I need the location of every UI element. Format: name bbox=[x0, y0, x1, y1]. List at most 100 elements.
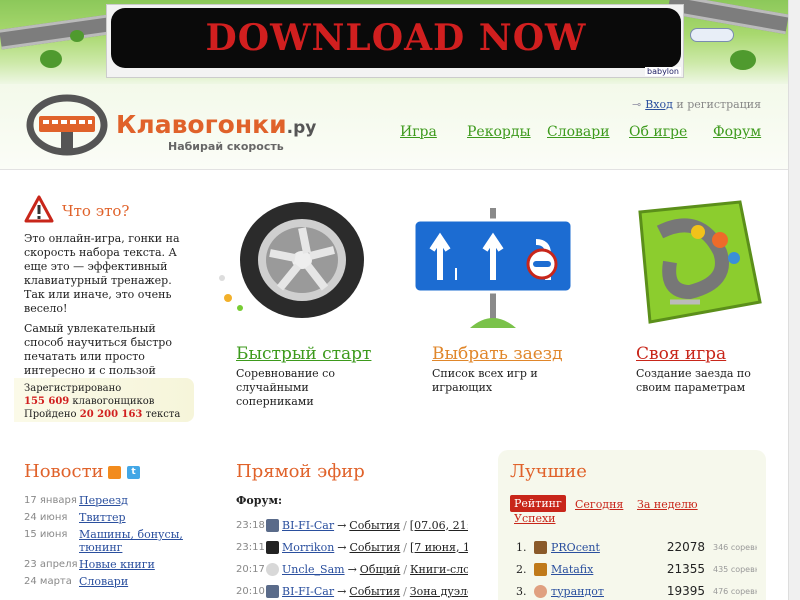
avatar bbox=[266, 584, 279, 598]
live-topic-link[interactable]: [07.06, 21:0 bbox=[410, 519, 468, 532]
live-user-link[interactable]: Uncle_Sam bbox=[282, 563, 345, 576]
tire-wheel-icon[interactable] bbox=[210, 198, 370, 328]
tab-week[interactable]: За неделю bbox=[637, 498, 698, 511]
news-title: Новости bbox=[24, 461, 104, 482]
separator: / bbox=[403, 518, 407, 532]
live-topic-link[interactable]: Книги-слов bbox=[410, 563, 468, 576]
best-score: 22078 bbox=[666, 540, 705, 554]
page-scrollbar[interactable] bbox=[788, 0, 800, 600]
live-forum-link[interactable]: Общий bbox=[360, 563, 401, 576]
quick-start-desc: Соревнование со случайными соперниками bbox=[236, 367, 335, 408]
download-now-button[interactable]: DOWNLOAD NOW bbox=[111, 8, 681, 68]
news-date: 17 января bbox=[24, 495, 77, 506]
news-link[interactable]: Твиттер bbox=[79, 511, 126, 524]
news-link[interactable]: Словари bbox=[79, 575, 128, 588]
news-link[interactable]: Машины, бонусы, тюнинг bbox=[79, 528, 214, 554]
news-link[interactable]: Переезд bbox=[79, 494, 128, 507]
tab-rating[interactable]: Рейтинг bbox=[510, 495, 566, 512]
banner-bush bbox=[70, 30, 84, 42]
live-time: 20:17 bbox=[236, 563, 265, 575]
best-player-link[interactable]: турандот bbox=[551, 585, 661, 598]
banner-bush bbox=[730, 50, 756, 70]
passed-count: 20 200 163 bbox=[79, 409, 143, 420]
rss-icon[interactable] bbox=[108, 466, 121, 479]
live-time: 20:10 bbox=[236, 585, 265, 597]
registered-label: Зарегистрировано bbox=[24, 383, 122, 394]
best-score: 19395 bbox=[666, 584, 705, 598]
passed-label: Пройдено bbox=[24, 409, 77, 420]
stats-box: Зарегистрировано 155 609 клавогонщиков П… bbox=[14, 378, 194, 422]
live-forum-link[interactable]: События bbox=[350, 541, 401, 554]
intro-text: Это онлайн-игра, гонки на скорость набор… bbox=[24, 232, 180, 315]
registered-count: 155 609 bbox=[24, 396, 70, 407]
avatar bbox=[534, 540, 547, 554]
best-races: 346 соревнований bbox=[713, 542, 757, 552]
registered-unit: клавогонщиков bbox=[72, 396, 155, 407]
live-row: 20:17 Uncle_Sam→Общий/Книги-слов bbox=[236, 558, 468, 580]
news-item: 17 января Переезд bbox=[24, 494, 214, 507]
nav-dictionaries[interactable]: Словари bbox=[547, 124, 610, 140]
twitter-icon[interactable]: t bbox=[127, 466, 140, 479]
live-topic-link[interactable]: [7 июня, 14: bbox=[410, 541, 468, 554]
site-logo-title[interactable]: Клавогонки.ру bbox=[116, 110, 316, 139]
news-item: 24 июня Твиттер bbox=[24, 511, 214, 524]
news-item: 15 июня Машины, бонусы, тюнинг bbox=[24, 528, 214, 554]
live-topic-link[interactable]: Зона дуэлей bbox=[410, 585, 468, 598]
own-game-link[interactable]: Своя игра bbox=[636, 344, 726, 364]
choose-race-link[interactable]: Выбрать заезд bbox=[432, 344, 563, 364]
best-player-link[interactable]: PROcent bbox=[551, 541, 661, 554]
ad-badge[interactable]: babylon bbox=[645, 67, 681, 76]
live-forum-link[interactable]: События bbox=[349, 519, 400, 532]
rank-number: 2. bbox=[516, 562, 527, 576]
live-forum-link[interactable]: События bbox=[349, 585, 400, 598]
banner-road bbox=[0, 14, 111, 50]
tab-success[interactable]: Успехи bbox=[514, 512, 556, 525]
nav-about[interactable]: Об игре bbox=[629, 124, 687, 140]
news-date: 24 июня bbox=[24, 512, 68, 523]
arrow-icon: → bbox=[337, 518, 347, 532]
separator: / bbox=[403, 540, 408, 554]
news-date: 24 марта bbox=[24, 576, 72, 587]
best-title: Лучшие bbox=[510, 461, 587, 482]
live-user-link[interactable]: Morrikon bbox=[282, 541, 334, 554]
quick-start-link[interactable]: Быстрый старт bbox=[236, 344, 371, 364]
road-sign-icon[interactable] bbox=[412, 208, 574, 333]
news-date: 23 апреля bbox=[24, 559, 78, 570]
news-list: 17 января Переезд 24 июня Твиттер 15 июня М… bbox=[24, 494, 214, 592]
best-list: 1. PROcent 22078 346 соревнований 2. Matafix… bbox=[516, 536, 766, 600]
live-time: 23:18 bbox=[236, 519, 265, 531]
avatar bbox=[266, 540, 279, 554]
nav-records[interactable]: Рекорды bbox=[467, 124, 531, 140]
nav-game[interactable]: Игра bbox=[400, 124, 437, 140]
login-link[interactable]: Вход bbox=[645, 98, 673, 111]
nav-forum[interactable]: Форум bbox=[713, 124, 761, 140]
news-date: 15 июня bbox=[24, 529, 68, 540]
own-game-desc: Создание заезда по своим параметрам bbox=[636, 367, 751, 394]
tab-today[interactable]: Сегодня bbox=[575, 498, 623, 511]
best-score: 21355 bbox=[666, 562, 705, 576]
login-area: ⊸ Вход и регистрация bbox=[632, 98, 761, 111]
forum-label: Форум: bbox=[236, 494, 283, 507]
choose-race-desc: Список всех игр и играющих bbox=[432, 367, 538, 394]
steering-wheel-logo-icon[interactable] bbox=[26, 94, 108, 156]
news-item: 23 апреля Новые книги bbox=[24, 558, 214, 571]
live-user-link[interactable]: BI-FI-Car bbox=[282, 585, 334, 598]
site-header: Клавогонки.ру Набирай скорость ⊸ Вход и р… bbox=[0, 84, 788, 170]
register-text: и регистрация bbox=[672, 98, 762, 111]
live-feed-list: 23:18BI-FI-Car→События/[07.06, 21:0 23:1… bbox=[236, 514, 468, 600]
live-user-link[interactable]: BI-FI-Car bbox=[282, 519, 334, 532]
news-item: 24 марта Словари bbox=[24, 575, 214, 588]
avatar bbox=[534, 584, 547, 598]
passed-unit: текста bbox=[145, 409, 181, 420]
news-link[interactable]: Новые книги bbox=[79, 558, 155, 571]
avatar bbox=[534, 562, 547, 576]
separator: / bbox=[403, 562, 408, 576]
puzzle-icon[interactable] bbox=[610, 192, 770, 332]
avatar bbox=[266, 518, 279, 532]
intro-text-2: Самый увлекательный способ научиться быс… bbox=[24, 322, 172, 377]
best-player-link[interactable]: Matafix bbox=[551, 563, 661, 576]
ad-box[interactable]: DOWNLOAD NOW babylon bbox=[106, 4, 684, 78]
warning-icon bbox=[24, 195, 54, 223]
arrow-icon: → bbox=[337, 540, 347, 554]
logo-domain: .ру bbox=[286, 118, 317, 138]
